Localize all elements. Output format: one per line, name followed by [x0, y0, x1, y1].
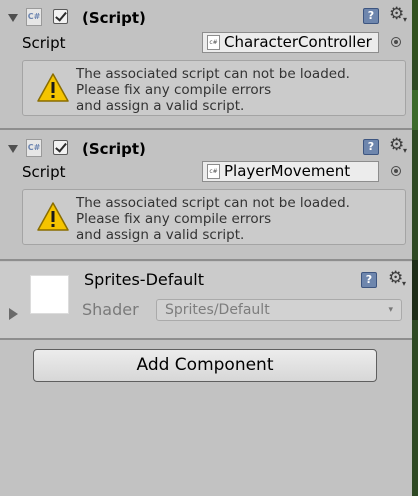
warning-text: The associated script can not be loaded.…	[76, 66, 350, 114]
gear-icon[interactable]: ⚙	[389, 6, 404, 23]
material-component: Sprites-Default ? ⚙ ▾ Shader Sprites/Def…	[0, 262, 412, 338]
help-icon[interactable]: ?	[361, 272, 377, 288]
add-component-button[interactable]: Add Component	[33, 349, 377, 382]
material-preview	[30, 275, 69, 314]
foldout-arrow-icon[interactable]	[8, 145, 18, 153]
shader-dropdown[interactable]: Sprites/Default ▾	[156, 299, 402, 321]
script-field-label: Script	[22, 163, 66, 181]
component-title: (Script)	[82, 9, 146, 27]
chevron-down-icon: ▾	[402, 279, 407, 288]
object-picker-icon[interactable]	[391, 166, 401, 176]
component-title: (Script)	[82, 140, 146, 158]
script-component-2: C# (Script) ? ⚙ ▾ Script c# PlayerMovemen…	[0, 131, 412, 259]
divider	[0, 128, 412, 130]
chevron-down-icon: ▾	[403, 146, 408, 155]
file-icon: c#	[207, 164, 220, 179]
gear-icon[interactable]: ⚙	[388, 270, 403, 287]
warning-helpbox: The associated script can not be loaded.…	[22, 189, 406, 245]
script-component-1: C# (Script) ? ⚙ ▾ Script c# CharacterCont…	[0, 0, 412, 128]
warning-line: and assign a valid script.	[76, 227, 245, 243]
scene-view-edge	[412, 0, 418, 496]
help-icon[interactable]: ?	[363, 139, 379, 155]
enabled-checkbox[interactable]	[53, 140, 68, 155]
object-picker-icon[interactable]	[391, 37, 401, 47]
warning-line: The associated script can not be loaded.	[76, 195, 350, 211]
divider	[0, 338, 412, 340]
warning-helpbox: The associated script can not be loaded.…	[22, 60, 406, 116]
shader-label: Shader	[82, 300, 139, 319]
inspector-panel: C# (Script) ? ⚙ ▾ Script c# CharacterCont…	[0, 0, 412, 496]
foldout-arrow-icon[interactable]	[8, 14, 18, 22]
script-field-value: PlayerMovement	[224, 162, 351, 180]
script-icon: C#	[26, 8, 42, 26]
script-object-field[interactable]: c# PlayerMovement	[202, 161, 379, 182]
shader-value: Sprites/Default	[165, 302, 270, 318]
warning-line: and assign a valid script.	[76, 98, 245, 114]
expand-arrow-icon[interactable]	[9, 308, 18, 320]
help-icon[interactable]: ?	[363, 8, 379, 24]
script-field-label: Script	[22, 34, 66, 52]
warning-text: The associated script can not be loaded.…	[76, 195, 350, 243]
warning-icon	[37, 73, 69, 102]
warning-icon	[37, 202, 69, 231]
enabled-checkbox[interactable]	[53, 9, 68, 24]
chevron-down-icon: ▾	[403, 15, 408, 24]
script-icon: C#	[26, 139, 42, 157]
dropdown-arrow-icon: ▾	[388, 305, 393, 315]
material-name: Sprites-Default	[84, 270, 205, 289]
gear-icon[interactable]: ⚙	[389, 137, 404, 154]
warning-line: Please fix any compile errors	[76, 82, 272, 98]
warning-line: The associated script can not be loaded.	[76, 66, 350, 82]
divider	[0, 259, 412, 261]
warning-line: Please fix any compile errors	[76, 211, 272, 227]
file-icon: c#	[207, 35, 220, 50]
script-field-value: CharacterController	[224, 33, 372, 51]
script-object-field[interactable]: c# CharacterController	[202, 32, 379, 53]
